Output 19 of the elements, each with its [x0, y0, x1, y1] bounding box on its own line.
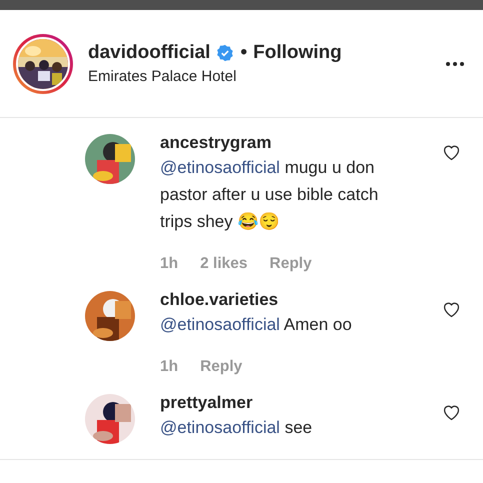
username[interactable]: davidoofficial — [88, 42, 210, 64]
location-link[interactable]: Emirates Palace Hotel — [88, 68, 445, 85]
comment-time: 1h — [160, 255, 178, 273]
separator-dot: • — [240, 42, 248, 64]
following-button[interactable]: Following — [253, 42, 342, 64]
heart-icon[interactable] — [442, 404, 461, 421]
comment-text: @etinosaofficial Amen oo — [160, 314, 353, 336]
comment-username[interactable]: chloe.varieties — [160, 289, 278, 311]
mention-link[interactable]: @etinosaofficial — [160, 418, 280, 437]
comment-text: @etinosaofficial mugu u don pastor after u use bible catch trips shey 😂😌 — [160, 157, 380, 233]
heart-icon[interactable] — [442, 144, 461, 161]
mention-link[interactable]: @etinosaofficial — [160, 315, 280, 334]
mention-link[interactable]: @etinosaofficial — [160, 158, 280, 177]
comment-username[interactable]: ancestrygram — [160, 132, 272, 154]
heart-icon[interactable] — [442, 301, 461, 318]
comment-text: @etinosaofficial see — [160, 417, 314, 439]
more-options-icon[interactable] — [445, 60, 465, 66]
comment-time: 1h — [160, 358, 178, 376]
comment-username[interactable]: prettyalmer — [160, 392, 253, 414]
